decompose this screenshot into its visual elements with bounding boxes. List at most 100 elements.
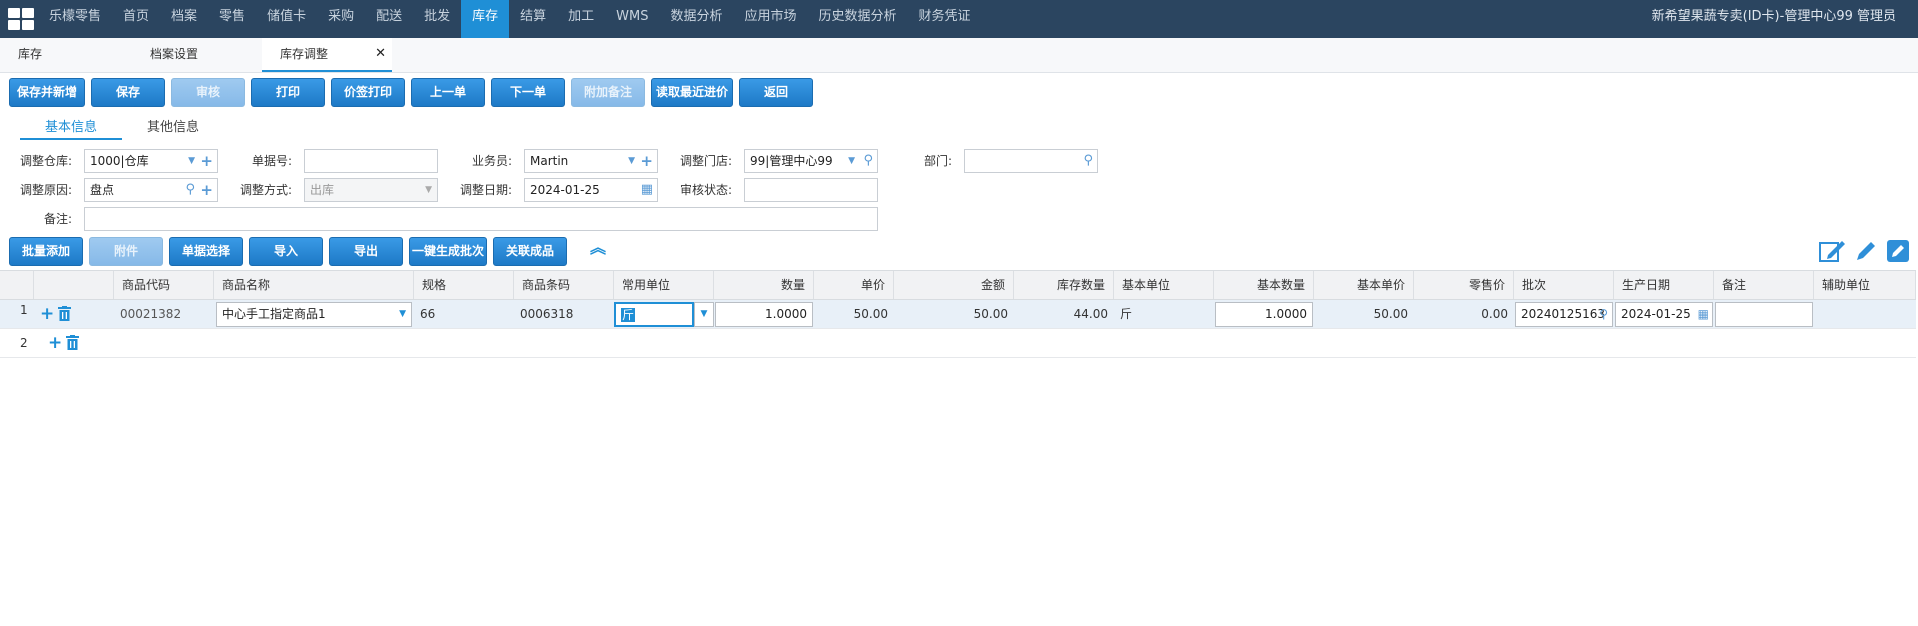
warehouse-field[interactable]: 1000|仓库 ▼ + xyxy=(84,149,218,173)
search-icon[interactable]: ⚲ xyxy=(185,182,195,198)
batch-input[interactable]: 20240125163 ⚲ xyxy=(1515,302,1613,327)
plus-icon[interactable]: + xyxy=(640,153,653,169)
calendar-icon[interactable]: ▦ xyxy=(641,182,653,198)
menu-item-history-analysis[interactable]: 历史数据分析 xyxy=(808,0,908,38)
menu-item-wholesale[interactable]: 批发 xyxy=(413,0,461,38)
header-retail[interactable]: 零售价 xyxy=(1414,271,1514,299)
trash-icon[interactable] xyxy=(66,335,79,353)
prod-date-input[interactable]: 2024-01-25 ▦ xyxy=(1615,302,1713,327)
additional-remark-button[interactable]: 附加备注 xyxy=(571,78,645,107)
reason-field[interactable]: 盘点 ⚲ + xyxy=(84,178,218,202)
menu-item-wms[interactable]: WMS xyxy=(605,0,659,38)
page-tab-inventory-adjust[interactable]: 库存调整 ✕ xyxy=(262,38,392,72)
search-icon[interactable]: ⚲ xyxy=(1083,153,1093,169)
table-row[interactable]: 1 + 00021382 中心手工指定商品1 ▼ 66 0006318 斤 ▼ … xyxy=(0,300,1916,329)
table-row[interactable]: 2 + xyxy=(0,329,1916,358)
menu-item-brand[interactable]: 乐檬零售 xyxy=(38,0,112,38)
menu-item-home[interactable]: 首页 xyxy=(112,0,160,38)
attachment-button[interactable]: 附件 xyxy=(89,237,163,266)
select-document-button[interactable]: 单据选择 xyxy=(169,237,243,266)
edit-icon[interactable] xyxy=(1818,238,1846,264)
header-price[interactable]: 单价 xyxy=(814,271,894,299)
export-button[interactable]: 导出 xyxy=(329,237,403,266)
plus-icon[interactable]: + xyxy=(200,182,213,198)
generate-batch-button[interactable]: 一键生成批次 xyxy=(409,237,487,266)
header-batch[interactable]: 批次 xyxy=(1514,271,1614,299)
header-stock[interactable]: 库存数量 xyxy=(1014,271,1114,299)
read-recent-price-button[interactable]: 读取最近进价 xyxy=(651,78,733,107)
dept-field[interactable]: ⚲ xyxy=(964,149,1098,173)
search-icon[interactable]: ⚲ xyxy=(863,153,873,169)
order-no-field[interactable] xyxy=(304,149,438,173)
link-product-button[interactable]: 关联成品 xyxy=(493,237,567,266)
plus-icon[interactable]: + xyxy=(200,153,213,169)
header-barcode[interactable]: 商品条码 xyxy=(514,271,614,299)
plus-icon[interactable]: + xyxy=(48,333,62,353)
edit-square-icon[interactable] xyxy=(1886,239,1910,263)
menu-item-inventory[interactable]: 库存 xyxy=(461,0,510,38)
date-field[interactable]: 2024-01-25 ▦ xyxy=(524,178,658,202)
dropdown-arrow-icon[interactable]: ▼ xyxy=(188,153,195,169)
header-name[interactable]: 商品名称 xyxy=(214,271,414,299)
previous-button[interactable]: 上一单 xyxy=(411,78,485,107)
qty-input[interactable]: 1.0000 xyxy=(715,302,813,327)
dropdown-arrow-icon[interactable]: ▼ xyxy=(425,182,432,198)
dropdown-arrow-icon[interactable]: ▼ xyxy=(694,302,714,327)
menu-item-distribution[interactable]: 配送 xyxy=(365,0,413,38)
header-remark[interactable]: 备注 xyxy=(1714,271,1814,299)
dropdown-arrow-icon[interactable]: ▼ xyxy=(628,153,635,169)
menu-item-processing[interactable]: 加工 xyxy=(557,0,605,38)
save-and-new-button[interactable]: 保存并新增 xyxy=(9,78,85,107)
header-code[interactable]: 商品代码 xyxy=(114,271,214,299)
close-icon[interactable]: ✕ xyxy=(375,38,386,70)
unit-input[interactable]: 斤 xyxy=(614,302,694,327)
header-spec[interactable]: 规格 xyxy=(414,271,514,299)
header-amount[interactable]: 金额 xyxy=(894,271,1014,299)
menu-item-stored-value-card[interactable]: 储值卡 xyxy=(256,0,317,38)
audit-button[interactable]: 审核 xyxy=(171,78,245,107)
calendar-icon[interactable]: ▦ xyxy=(1698,303,1709,326)
import-button[interactable]: 导入 xyxy=(249,237,323,266)
grid-logo-icon[interactable] xyxy=(8,8,35,31)
dropdown-arrow-icon[interactable]: ▼ xyxy=(399,303,406,326)
collapse-up-icon[interactable]: ︽ xyxy=(590,240,606,256)
header-prod-date[interactable]: 生产日期 xyxy=(1614,271,1714,299)
menu-item-archive[interactable]: 档案 xyxy=(160,0,208,38)
print-button[interactable]: 打印 xyxy=(251,78,325,107)
menu-item-finance-voucher[interactable]: 财务凭证 xyxy=(908,0,982,38)
header-base-qty[interactable]: 基本数量 xyxy=(1214,271,1314,299)
next-button[interactable]: 下一单 xyxy=(491,78,565,107)
tab-basic-info[interactable]: 基本信息 xyxy=(20,118,122,140)
back-button[interactable]: 返回 xyxy=(739,78,813,107)
user-info[interactable]: 新希望果蔬专卖(ID卡)-管理中心99 管理员 xyxy=(1652,0,1896,34)
tab-other-info[interactable]: 其他信息 xyxy=(122,118,224,140)
pencil-icon[interactable] xyxy=(1854,239,1878,263)
salesman-field[interactable]: Martin ▼ + xyxy=(524,149,658,173)
base-qty-input[interactable]: 1.0000 xyxy=(1215,302,1313,327)
price-label-print-button[interactable]: 价签打印 xyxy=(331,78,405,107)
header-aux-unit[interactable]: 辅助单位 xyxy=(1814,271,1916,299)
save-button[interactable]: 保存 xyxy=(91,78,165,107)
header-base-price[interactable]: 基本单价 xyxy=(1314,271,1414,299)
header-qty[interactable]: 数量 xyxy=(714,271,814,299)
page-tab-archive-settings[interactable]: 档案设置 xyxy=(150,38,260,72)
search-icon[interactable]: ⚲ xyxy=(1599,303,1608,326)
menu-item-data-analysis[interactable]: 数据分析 xyxy=(660,0,734,38)
remark-label: 备注: xyxy=(43,212,72,226)
menu-item-app-market[interactable]: 应用市场 xyxy=(734,0,808,38)
batch-add-button[interactable]: 批量添加 xyxy=(9,237,83,266)
menu-item-purchase[interactable]: 采购 xyxy=(317,0,365,38)
name-input[interactable]: 中心手工指定商品1 ▼ xyxy=(216,302,412,327)
trash-icon[interactable] xyxy=(58,306,71,324)
menu-item-settlement[interactable]: 结算 xyxy=(509,0,557,38)
store-field[interactable]: 99|管理中心99 ▼ ⚲ xyxy=(744,149,878,173)
header-unit[interactable]: 常用单位 xyxy=(614,271,714,299)
page-tab-inventory[interactable]: 库存 xyxy=(18,38,128,72)
plus-icon[interactable]: + xyxy=(40,304,54,324)
remark-input[interactable] xyxy=(1715,302,1813,327)
menu-item-retail[interactable]: 零售 xyxy=(208,0,256,38)
remark-field[interactable] xyxy=(84,207,878,231)
method-field[interactable]: 出库 ▼ xyxy=(304,178,438,202)
header-base-unit[interactable]: 基本单位 xyxy=(1114,271,1214,299)
dropdown-arrow-icon[interactable]: ▼ xyxy=(848,153,855,169)
